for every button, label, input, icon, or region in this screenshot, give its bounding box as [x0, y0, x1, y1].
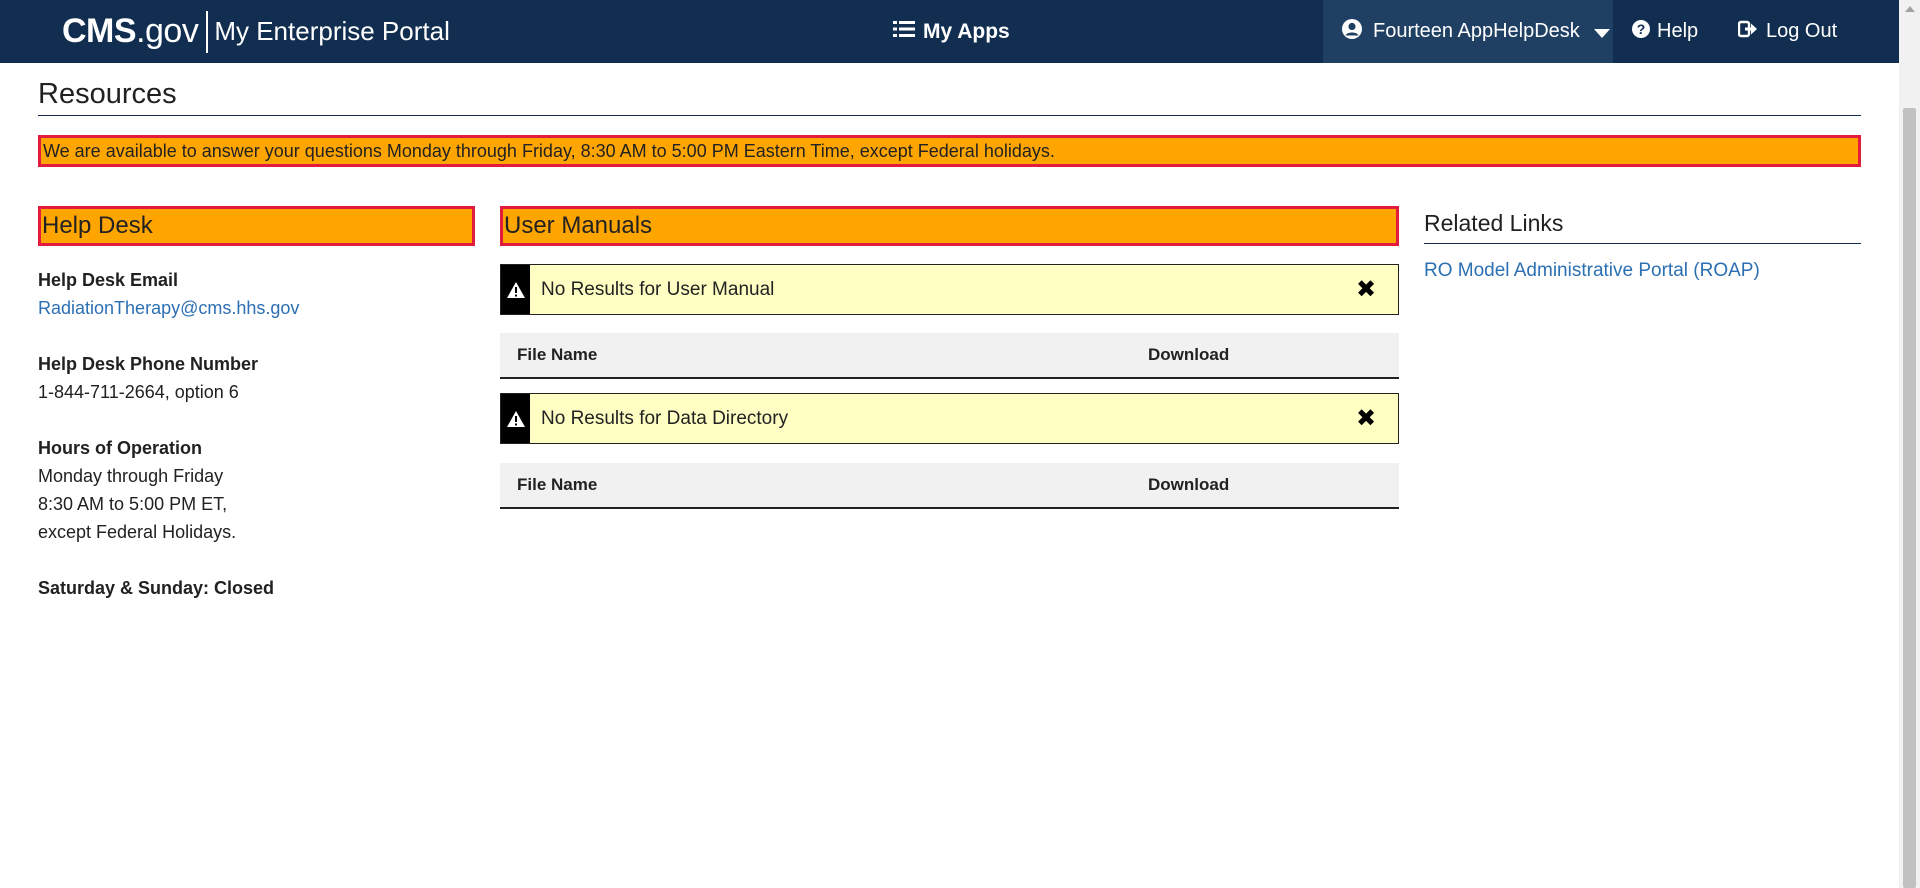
related-links-section: Related Links RO Model Administrative Po… — [1424, 206, 1861, 282]
email-label: Help Desk Email — [38, 270, 179, 290]
alert-message: No Results for Data Directory — [541, 407, 789, 429]
column-header-file-name[interactable]: File Name — [517, 475, 597, 495]
help-desk-heading: Help Desk — [38, 206, 475, 246]
hours-line-3: except Federal Holidays. — [38, 522, 237, 542]
hours-line-1: Monday through Friday — [38, 466, 224, 486]
hours-banner: We are available to answer your question… — [38, 135, 1861, 167]
help-desk-section: Help Desk Help Desk Email RadiationThera… — [38, 206, 475, 602]
weekend-hours: Saturday & Sunday: Closed — [38, 578, 275, 598]
brand[interactable]: CMS.gov My Enterprise Portal — [62, 0, 450, 63]
hours-label: Hours of Operation — [38, 438, 203, 458]
user-manuals-heading: User Manuals — [500, 206, 1399, 246]
list-icon — [893, 20, 915, 44]
related-link-roap[interactable]: RO Model Administrative Portal (ROAP) — [1424, 260, 1861, 282]
help-label: Help — [1657, 20, 1699, 42]
question-circle-icon: ? — [1631, 19, 1651, 45]
column-header-download[interactable]: Download — [1148, 475, 1229, 495]
no-results-alert-user-manual: No Results for User Manual ✖ — [500, 264, 1399, 315]
user-circle-icon — [1341, 18, 1363, 46]
cms-gov-logo: CMS.gov — [62, 12, 199, 50]
hours-line-2: 8:30 AM to 5:00 PM ET, — [38, 494, 228, 514]
svg-text:?: ? — [1637, 21, 1646, 37]
help-link[interactable]: ? Help — [1631, 0, 1698, 63]
top-navigation-bar: CMS.gov My Enterprise Portal My Apps Fou… — [0, 0, 1899, 63]
log-out-link[interactable]: Log Out — [1737, 0, 1838, 63]
help-desk-info: Help Desk Email RadiationTherapy@cms.hhs… — [38, 266, 475, 602]
user-manual-table-header: File Name Download — [500, 333, 1399, 379]
portal-name: My Enterprise Portal — [214, 16, 450, 46]
data-directory-table-header: File Name Download — [500, 463, 1399, 509]
vertical-scrollbar[interactable] — [1899, 0, 1920, 888]
warning-triangle-icon — [501, 394, 530, 443]
sign-out-icon — [1737, 19, 1758, 45]
related-links-heading: Related Links — [1424, 210, 1861, 244]
no-results-alert-data-directory: No Results for Data Directory ✖ — [500, 393, 1399, 444]
log-out-label: Log Out — [1766, 20, 1838, 42]
column-header-file-name[interactable]: File Name — [517, 345, 597, 365]
phone-label: Help Desk Phone Number — [38, 354, 259, 374]
scroll-up-arrow-icon[interactable] — [1905, 6, 1915, 12]
chevron-down-icon — [1593, 28, 1610, 38]
user-menu-dropdown[interactable]: Fourteen AppHelpDesk — [1323, 0, 1613, 63]
brand-divider — [206, 10, 209, 53]
warning-triangle-icon — [501, 265, 530, 314]
user-name: Fourteen AppHelpDesk — [1373, 20, 1580, 42]
my-apps-link[interactable]: My Apps — [893, 0, 1010, 63]
phone-value: 1-844-711-2664, option 6 — [38, 382, 239, 402]
page-title: Resources — [38, 78, 1861, 116]
close-icon[interactable]: ✖ — [1346, 265, 1386, 314]
alert-message: No Results for User Manual — [541, 278, 775, 300]
scrollbar-thumb[interactable] — [1903, 108, 1916, 888]
user-manuals-section: User Manuals No Results for User Manual … — [500, 206, 1399, 509]
close-icon[interactable]: ✖ — [1346, 394, 1386, 443]
column-header-download[interactable]: Download — [1148, 345, 1229, 365]
help-desk-email-link[interactable]: RadiationTherapy@cms.hhs.gov — [38, 298, 299, 318]
my-apps-label: My Apps — [923, 19, 1010, 43]
